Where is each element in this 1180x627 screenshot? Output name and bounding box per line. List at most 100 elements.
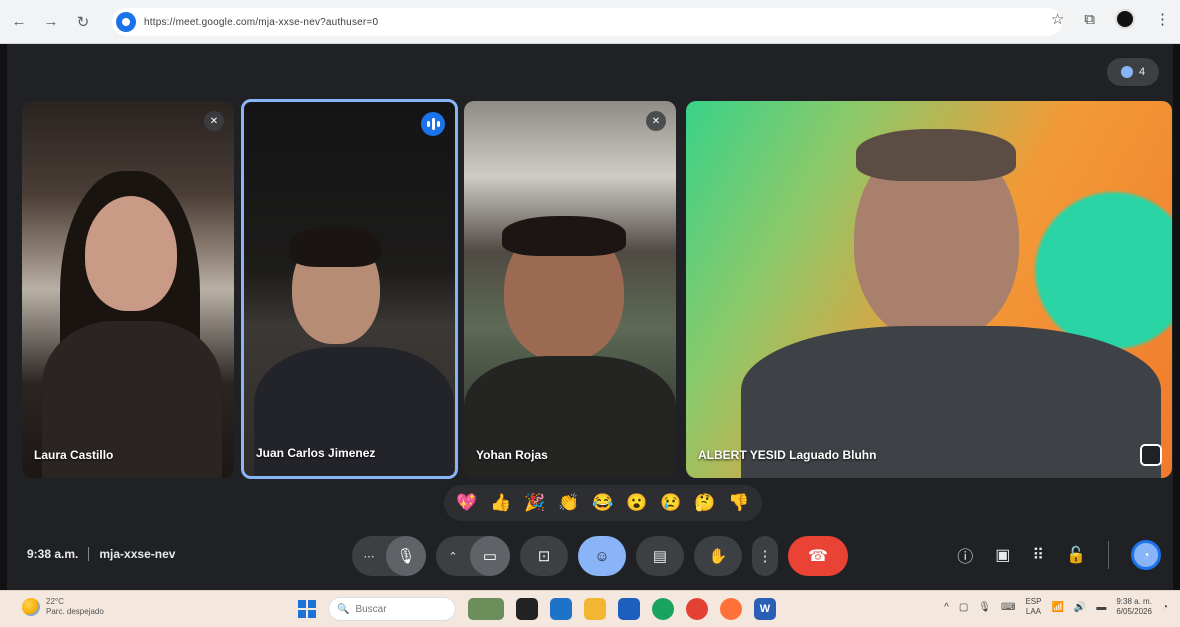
mic-icon[interactable]: 🎙: [386, 536, 426, 576]
captions-icon[interactable]: ▤: [636, 536, 684, 576]
speaking-indicator-icon: [421, 112, 445, 136]
participant-tile-juan[interactable]: Juan Carlos Jimenez: [241, 99, 458, 479]
profile-avatar[interactable]: [1115, 9, 1135, 29]
language-indicator[interactable]: ESP LAA: [1025, 597, 1041, 617]
windows-taskbar: 22°C Parc. despejado 🔍 Buscar W ^ ▢ 🎙 ⌨ …: [0, 590, 1180, 627]
camera-icon[interactable]: ▭: [470, 536, 510, 576]
bookmark-star-icon[interactable]: ☆: [1051, 10, 1064, 28]
chrome-browser-icon[interactable]: [686, 598, 708, 620]
people-icon: [1120, 66, 1133, 78]
forward-icon[interactable]: →: [38, 9, 64, 35]
camera-control: ⌃ ▭: [436, 536, 510, 576]
participant-tile-albert[interactable]: ALBERT YESID Laguado Bluhn: [686, 101, 1172, 478]
self-view-avatar[interactable]: ◔: [1131, 540, 1161, 570]
present-screen-icon[interactable]: ⊡: [520, 536, 568, 576]
side-panel-controls: ⓘ ▣ ⠿ 🔓 ◔: [957, 540, 1161, 570]
clock[interactable]: 9:38 a. m. 6/05/2026: [1116, 597, 1152, 617]
more-options-icon[interactable]: ⋮: [752, 536, 778, 576]
clock-time: 9:38 a. m.: [1116, 597, 1152, 606]
tray-mic-icon[interactable]: 🎙: [978, 602, 991, 613]
search-icon: 🔍: [337, 603, 350, 615]
participant-tile-yohan[interactable]: ✕ Yohan Rojas: [464, 101, 676, 478]
weather-temp: 22°C: [46, 597, 64, 606]
mic-control: ⋯ 🎙: [352, 536, 426, 576]
task-view-icon[interactable]: [516, 598, 538, 620]
video-feed-face: [85, 196, 177, 311]
mic-options-icon[interactable]: ⋯: [352, 536, 386, 576]
meeting-time: 9:38 a.m.: [27, 547, 79, 561]
keyboard-layout: LAA: [1025, 607, 1041, 616]
video-feed-hair: [289, 227, 381, 267]
participants-button[interactable]: 4: [1107, 58, 1159, 86]
reaction-sad-icon[interactable]: 😢: [658, 490, 684, 516]
widgets-icon[interactable]: [468, 598, 504, 620]
mail-app-icon[interactable]: [550, 598, 572, 620]
screen: ← → ↻ https://meet.google.com/mja-xxse-n…: [0, 0, 1180, 627]
emoji-reactions-icon[interactable]: ☺: [578, 536, 626, 576]
system-tray: ^ ▢ 🎙 ⌨ ESP LAA 📶 🔊 ▬ 9:38 a. m. 6/05/20…: [944, 597, 1168, 617]
store-app-icon[interactable]: [618, 598, 640, 620]
divider: [88, 547, 90, 561]
battery-icon[interactable]: ▬: [1096, 602, 1106, 613]
video-feed-hair: [502, 216, 626, 256]
reaction-thumbs-up-icon[interactable]: 👍: [488, 490, 514, 516]
word-app-icon[interactable]: W: [754, 598, 776, 620]
meeting-details-icon[interactable]: ⓘ: [957, 543, 973, 567]
reaction-surprised-icon[interactable]: 😮: [624, 490, 650, 516]
tray-keyboard-icon[interactable]: ⌨: [1001, 602, 1015, 613]
back-icon[interactable]: ←: [6, 9, 32, 35]
weather-text: 22°C Parc. despejado: [46, 597, 104, 617]
menu-kebab-icon[interactable]: ⋮: [1155, 10, 1170, 28]
taskbar-apps: 🔍 Buscar W: [298, 597, 776, 621]
weather-desc: Parc. despejado: [46, 607, 104, 616]
browser-toolbar: ← → ↻ https://meet.google.com/mja-xxse-n…: [0, 0, 1180, 44]
browser-actions: ☆ ⧉ ⋮: [1051, 9, 1170, 29]
raise-hand-icon[interactable]: ✋: [694, 536, 742, 576]
participant-name: Yohan Rojas: [476, 448, 548, 462]
url-text[interactable]: https://meet.google.com/mja-xxse-nev?aut…: [144, 17, 378, 28]
meeting-info: 9:38 a.m. mja-xxse-nev: [27, 547, 175, 561]
edge-browser-icon[interactable]: [652, 598, 674, 620]
reactions-bar: 💖 👍 🎉 👏 😂 😮 😢 🤔 👎: [444, 485, 762, 521]
participant-name: ALBERT YESID Laguado Bluhn: [698, 448, 877, 462]
taskbar-search[interactable]: 🔍 Buscar: [328, 597, 456, 621]
weather-widget[interactable]: 22°C Parc. despejado: [22, 597, 104, 617]
activities-icon[interactable]: ⠿: [1032, 545, 1044, 565]
call-controls: ⋯ 🎙 ⌃ ▭ ⊡ ☺ ▤ ✋ ⋮ ☎: [352, 535, 848, 577]
site-info-icon[interactable]: [116, 12, 136, 32]
camera-options-icon[interactable]: ⌃: [436, 536, 470, 576]
reaction-heart-icon[interactable]: 💖: [454, 490, 480, 516]
firefox-browser-icon[interactable]: [720, 598, 742, 620]
search-placeholder: Buscar: [355, 603, 387, 615]
video-feed-hair: [856, 129, 1016, 181]
pin-tile-icon[interactable]: [1140, 444, 1162, 466]
extensions-icon[interactable]: ⧉: [1084, 11, 1095, 28]
reaction-thinking-icon[interactable]: 🤔: [692, 490, 718, 516]
weather-icon: [22, 598, 40, 616]
reaction-laugh-icon[interactable]: 😂: [590, 490, 616, 516]
notifications-icon[interactable]: ◔: [1162, 602, 1168, 613]
clock-date: 6/05/2026: [1116, 607, 1152, 616]
leave-call-button[interactable]: ☎: [788, 536, 848, 576]
volume-icon[interactable]: 🔊: [1074, 602, 1086, 613]
wifi-icon[interactable]: 📶: [1051, 602, 1063, 613]
participant-name: Juan Carlos Jimenez: [256, 446, 376, 460]
participant-tile-laura[interactable]: ✕ Laura Castillo: [22, 101, 234, 478]
meet-stage: 4 ✕ Laura Castillo Juan Carlos Jimenez ✕…: [7, 44, 1173, 590]
reaction-party-icon[interactable]: 🎉: [522, 490, 548, 516]
tray-overflow-icon[interactable]: ^: [944, 602, 949, 613]
start-menu-icon[interactable]: [298, 600, 316, 618]
tray-app-icon[interactable]: ▢: [959, 602, 968, 613]
file-explorer-icon[interactable]: [584, 598, 606, 620]
chat-icon[interactable]: ▣: [995, 545, 1010, 565]
language-code: ESP: [1025, 597, 1042, 606]
mic-off-icon: ✕: [204, 111, 224, 131]
reload-icon[interactable]: ↻: [70, 9, 96, 35]
host-controls-icon[interactable]: 🔓: [1066, 545, 1086, 565]
mic-off-icon: ✕: [646, 111, 666, 131]
participant-name: Laura Castillo: [34, 448, 114, 462]
address-bar[interactable]: https://meet.google.com/mja-xxse-nev?aut…: [112, 8, 1062, 36]
meeting-code[interactable]: mja-xxse-nev: [99, 547, 175, 561]
reaction-clap-icon[interactable]: 👏: [556, 490, 582, 516]
reaction-thumbs-down-icon[interactable]: 👎: [726, 490, 752, 516]
